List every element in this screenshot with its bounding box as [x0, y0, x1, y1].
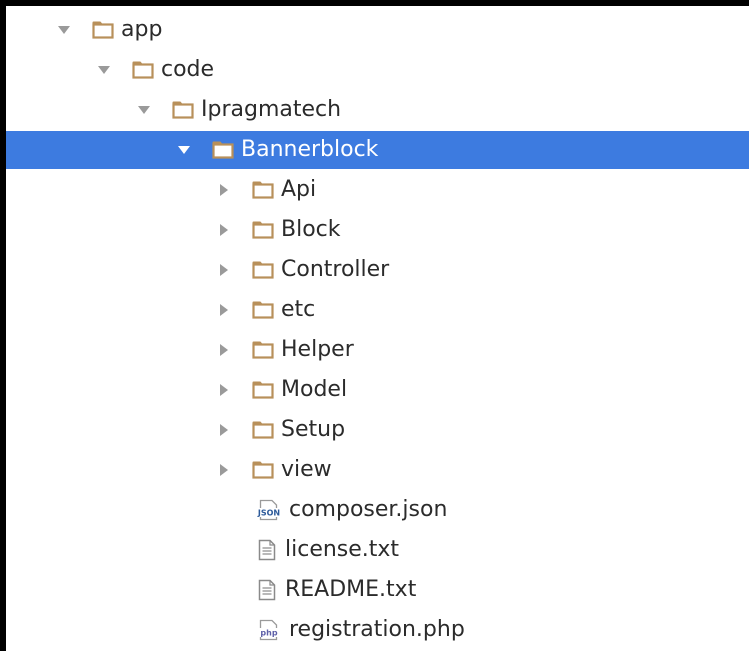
- tree-row-view[interactable]: view: [6, 451, 749, 489]
- tree-item-label: composer.json: [289, 497, 448, 522]
- tree-row-etc[interactable]: etc: [6, 291, 749, 329]
- text-file-icon: [256, 579, 278, 601]
- folder-icon: [252, 179, 274, 201]
- folder-icon: [252, 459, 274, 481]
- tree-item-label: view: [281, 457, 332, 482]
- project-tree-panel: app code Ipragmatech Bannerblock Api Blo…: [6, 6, 749, 651]
- tree-row-setup[interactable]: Setup: [6, 411, 749, 449]
- folder-icon: [132, 59, 154, 81]
- tree-row-app[interactable]: app: [6, 11, 749, 49]
- folder-icon: [252, 299, 274, 321]
- tree-item-label: app: [121, 17, 163, 42]
- tree-item-label: license.txt: [285, 537, 400, 562]
- svg-text:php: php: [260, 629, 277, 638]
- tree-item-label: Api: [281, 177, 317, 202]
- expand-arrow-icon[interactable]: [56, 22, 72, 38]
- tree-row-readme-txt[interactable]: README.txt: [6, 571, 749, 609]
- folder-icon: [252, 419, 274, 441]
- tree-item-label: README.txt: [285, 577, 417, 602]
- svg-text:JSON: JSON: [257, 509, 280, 518]
- collapse-arrow-icon[interactable]: [216, 382, 232, 398]
- folder-icon: [212, 139, 234, 161]
- tree-row-controller[interactable]: Controller: [6, 251, 749, 289]
- tree-item-label: code: [161, 57, 215, 82]
- tree-item-label: Helper: [281, 337, 354, 362]
- tree-row-block[interactable]: Block: [6, 211, 749, 249]
- tree-row-model[interactable]: Model: [6, 371, 749, 409]
- tree-item-label: Model: [281, 377, 348, 402]
- php-file-icon: php: [256, 619, 282, 641]
- folder-icon: [252, 219, 274, 241]
- collapse-arrow-icon[interactable]: [216, 302, 232, 318]
- tree-row-license-txt[interactable]: license.txt: [6, 531, 749, 569]
- folder-icon: [252, 339, 274, 361]
- tree-row-composer-json[interactable]: JSON composer.json: [6, 491, 749, 529]
- tree-item-label: etc: [281, 297, 316, 322]
- tree-row-ipragmatech[interactable]: Ipragmatech: [6, 91, 749, 129]
- tree-item-label: Block: [281, 217, 341, 242]
- collapse-arrow-icon[interactable]: [216, 182, 232, 198]
- tree-row-registration-php[interactable]: php registration.php: [6, 611, 749, 649]
- expand-arrow-icon[interactable]: [136, 102, 152, 118]
- tree-item-label: registration.php: [289, 617, 465, 642]
- folder-icon: [252, 379, 274, 401]
- collapse-arrow-icon[interactable]: [216, 422, 232, 438]
- folder-icon: [92, 19, 114, 41]
- tree-item-label: Ipragmatech: [201, 97, 342, 122]
- tree-row-code[interactable]: code: [6, 51, 749, 89]
- collapse-arrow-icon[interactable]: [216, 342, 232, 358]
- tree-row-bannerblock[interactable]: Bannerblock: [6, 131, 749, 169]
- expand-arrow-icon[interactable]: [96, 62, 112, 78]
- tree-row-api[interactable]: Api: [6, 171, 749, 209]
- collapse-arrow-icon[interactable]: [216, 262, 232, 278]
- expand-arrow-icon[interactable]: [176, 142, 192, 158]
- collapse-arrow-icon[interactable]: [216, 462, 232, 478]
- tree-row-helper[interactable]: Helper: [6, 331, 749, 369]
- folder-icon: [252, 259, 274, 281]
- text-file-icon: [256, 539, 278, 561]
- collapse-arrow-icon[interactable]: [216, 222, 232, 238]
- json-file-icon: JSON: [256, 499, 282, 521]
- tree-item-label: Setup: [281, 417, 346, 442]
- folder-icon: [172, 99, 194, 121]
- tree-item-label: Controller: [281, 257, 390, 282]
- tree-item-label: Bannerblock: [241, 137, 379, 162]
